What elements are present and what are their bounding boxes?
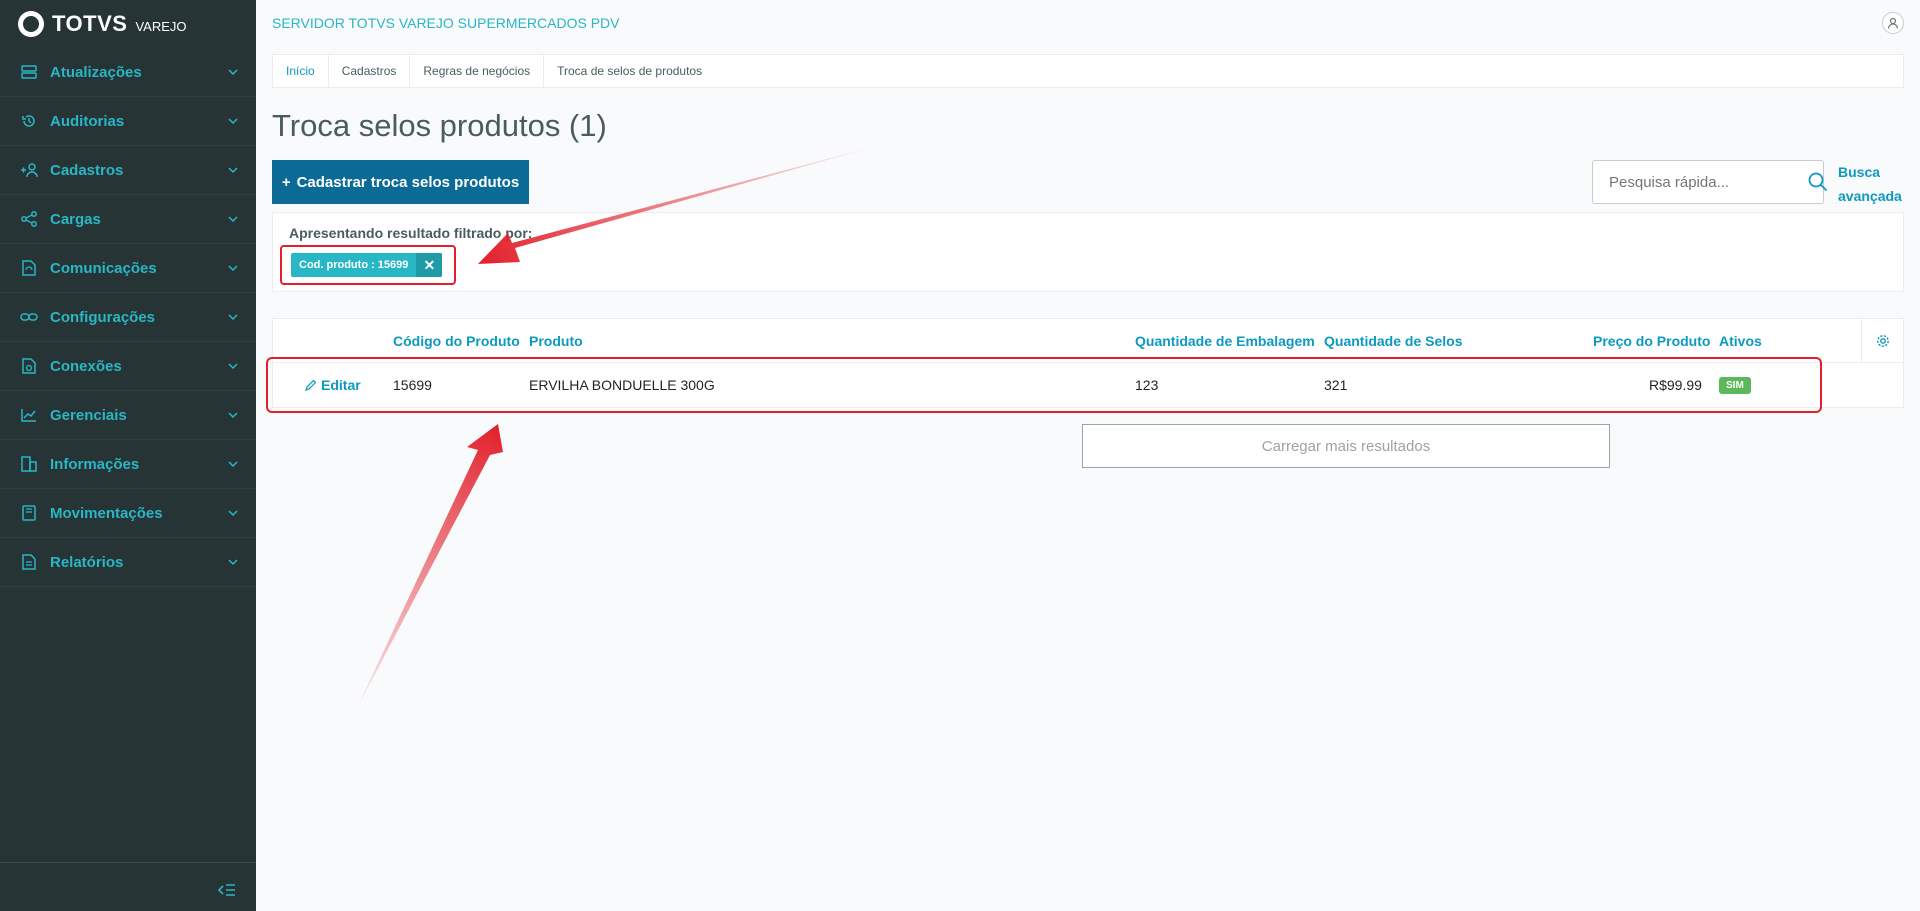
sidebar-item-auditorias[interactable]: Auditorias — [0, 97, 256, 146]
sidebar-divider — [0, 862, 256, 863]
user-avatar[interactable] — [1882, 12, 1904, 34]
filter-panel: Apresentando resultado filtrado por: Cod… — [272, 212, 1904, 292]
server-name: SERVIDOR TOTVS VAREJO SUPERMERCADOS PDV — [272, 15, 620, 31]
sidebar-item-label: Relatórios — [50, 553, 124, 571]
sidebar-item-label: Comunicações — [50, 259, 157, 277]
chevron-down-icon — [228, 559, 238, 566]
sidebar-nav: Atualizações Auditorias Cadastros Cargas… — [0, 48, 256, 587]
breadcrumb: Início Cadastros Regras de negócios Troc… — [272, 54, 1904, 88]
user-icon — [1887, 17, 1899, 29]
breadcrumb-cadastros[interactable]: Cadastros — [329, 55, 411, 87]
sidebar: TOTVS VAREJO Atualizações Auditorias Cad… — [0, 0, 256, 911]
annotation-highlight-row — [266, 357, 1822, 413]
sidebar-item-label: Informações — [50, 455, 140, 473]
chart-icon — [20, 406, 38, 424]
chevron-down-icon — [228, 265, 238, 272]
breadcrumb-regras-de-negocios[interactable]: Regras de negócios — [410, 55, 545, 87]
search-icon[interactable] — [1808, 160, 1828, 204]
book-icon — [20, 504, 38, 522]
sidebar-item-label: Gerenciais — [50, 406, 127, 424]
chevron-down-icon — [228, 363, 238, 370]
topbar: SERVIDOR TOTVS VAREJO SUPERMERCADOS PDV — [256, 0, 1920, 46]
document-sync-icon — [20, 259, 38, 277]
collapse-menu-icon[interactable] — [218, 883, 236, 897]
sidebar-item-label: Conexões — [50, 357, 122, 375]
sidebar-item-label: Configurações — [50, 308, 156, 326]
chevron-down-icon — [228, 510, 238, 517]
logo-text: TOTVS — [52, 11, 128, 36]
column-header-product[interactable]: Produto — [529, 333, 583, 349]
sidebar-item-configuracoes[interactable]: Configurações — [0, 293, 256, 342]
sidebar-item-cargas[interactable]: Cargas — [0, 195, 256, 244]
report-icon — [20, 553, 38, 571]
sidebar-item-label: Atualizações — [50, 63, 142, 81]
chevron-down-icon — [228, 412, 238, 419]
logo[interactable]: TOTVS VAREJO — [0, 0, 256, 48]
add-button-label: Cadastrar troca selos produtos — [296, 173, 520, 191]
breadcrumb-inicio[interactable]: Início — [273, 55, 329, 87]
chevron-down-icon — [228, 461, 238, 468]
filter-label: Apresentando resultado filtrado por: — [289, 225, 533, 241]
sidebar-item-label: Movimentações — [50, 504, 163, 522]
sidebar-item-comunicacoes[interactable]: Comunicações — [0, 244, 256, 293]
main-content: SERVIDOR TOTVS VAREJO SUPERMERCADOS PDV … — [256, 0, 1920, 911]
sidebar-item-informacoes[interactable]: Informações — [0, 440, 256, 489]
sidebar-item-label: Auditorias — [50, 112, 125, 130]
chevron-down-icon — [228, 167, 238, 174]
sidebar-item-conexoes[interactable]: Conexões — [0, 342, 256, 391]
chevron-down-icon — [228, 118, 238, 125]
chevron-down-icon — [228, 216, 238, 223]
sidebar-item-movimentacoes[interactable]: Movimentações — [0, 489, 256, 538]
history-icon — [20, 112, 38, 130]
chevron-down-icon — [228, 314, 238, 321]
column-header-code[interactable]: Código do Produto — [393, 333, 520, 349]
annotation-highlight-filter — [280, 245, 456, 285]
add-button[interactable]: + Cadastrar troca selos produtos — [272, 160, 529, 204]
results-table: Código do Produto Produto Quantidade de … — [266, 318, 1904, 413]
sidebar-item-gerenciais[interactable]: Gerenciais — [0, 391, 256, 440]
logo-subtext: VAREJO — [135, 18, 187, 34]
sidebar-item-cadastros[interactable]: Cadastros — [0, 146, 256, 195]
load-more-button[interactable]: Carregar mais resultados — [1082, 424, 1610, 468]
breadcrumb-current: Troca de selos de produtos — [557, 64, 703, 78]
sidebar-item-label: Cargas — [50, 210, 101, 228]
gear-icon[interactable] — [1861, 319, 1903, 363]
sidebar-item-atualizacoes[interactable]: Atualizações — [0, 48, 256, 97]
quick-search — [1592, 160, 1828, 204]
add-user-icon — [20, 161, 38, 179]
chevron-down-icon — [228, 69, 238, 76]
plus-icon: + — [281, 173, 291, 191]
sidebar-item-relatorios[interactable]: Relatórios — [0, 538, 256, 587]
column-header-price[interactable]: Preço do Produto — [1593, 333, 1710, 349]
column-header-seal-qty[interactable]: Quantidade de Selos — [1324, 333, 1462, 349]
page-title: Troca selos produtos (1) — [272, 108, 607, 143]
advanced-search-link[interactable]: Busca avançada — [1838, 160, 1908, 208]
column-header-pack-qty[interactable]: Quantidade de Embalagem — [1135, 333, 1315, 349]
building-icon — [20, 455, 38, 473]
document-refresh-icon — [20, 357, 38, 375]
totvs-logo-icon — [18, 11, 44, 37]
column-header-active[interactable]: Ativos — [1719, 333, 1762, 349]
server-icon — [20, 63, 38, 81]
link-icon — [20, 308, 38, 326]
search-input[interactable] — [1609, 173, 1808, 191]
sidebar-item-label: Cadastros — [50, 161, 124, 179]
share-icon — [20, 210, 38, 228]
